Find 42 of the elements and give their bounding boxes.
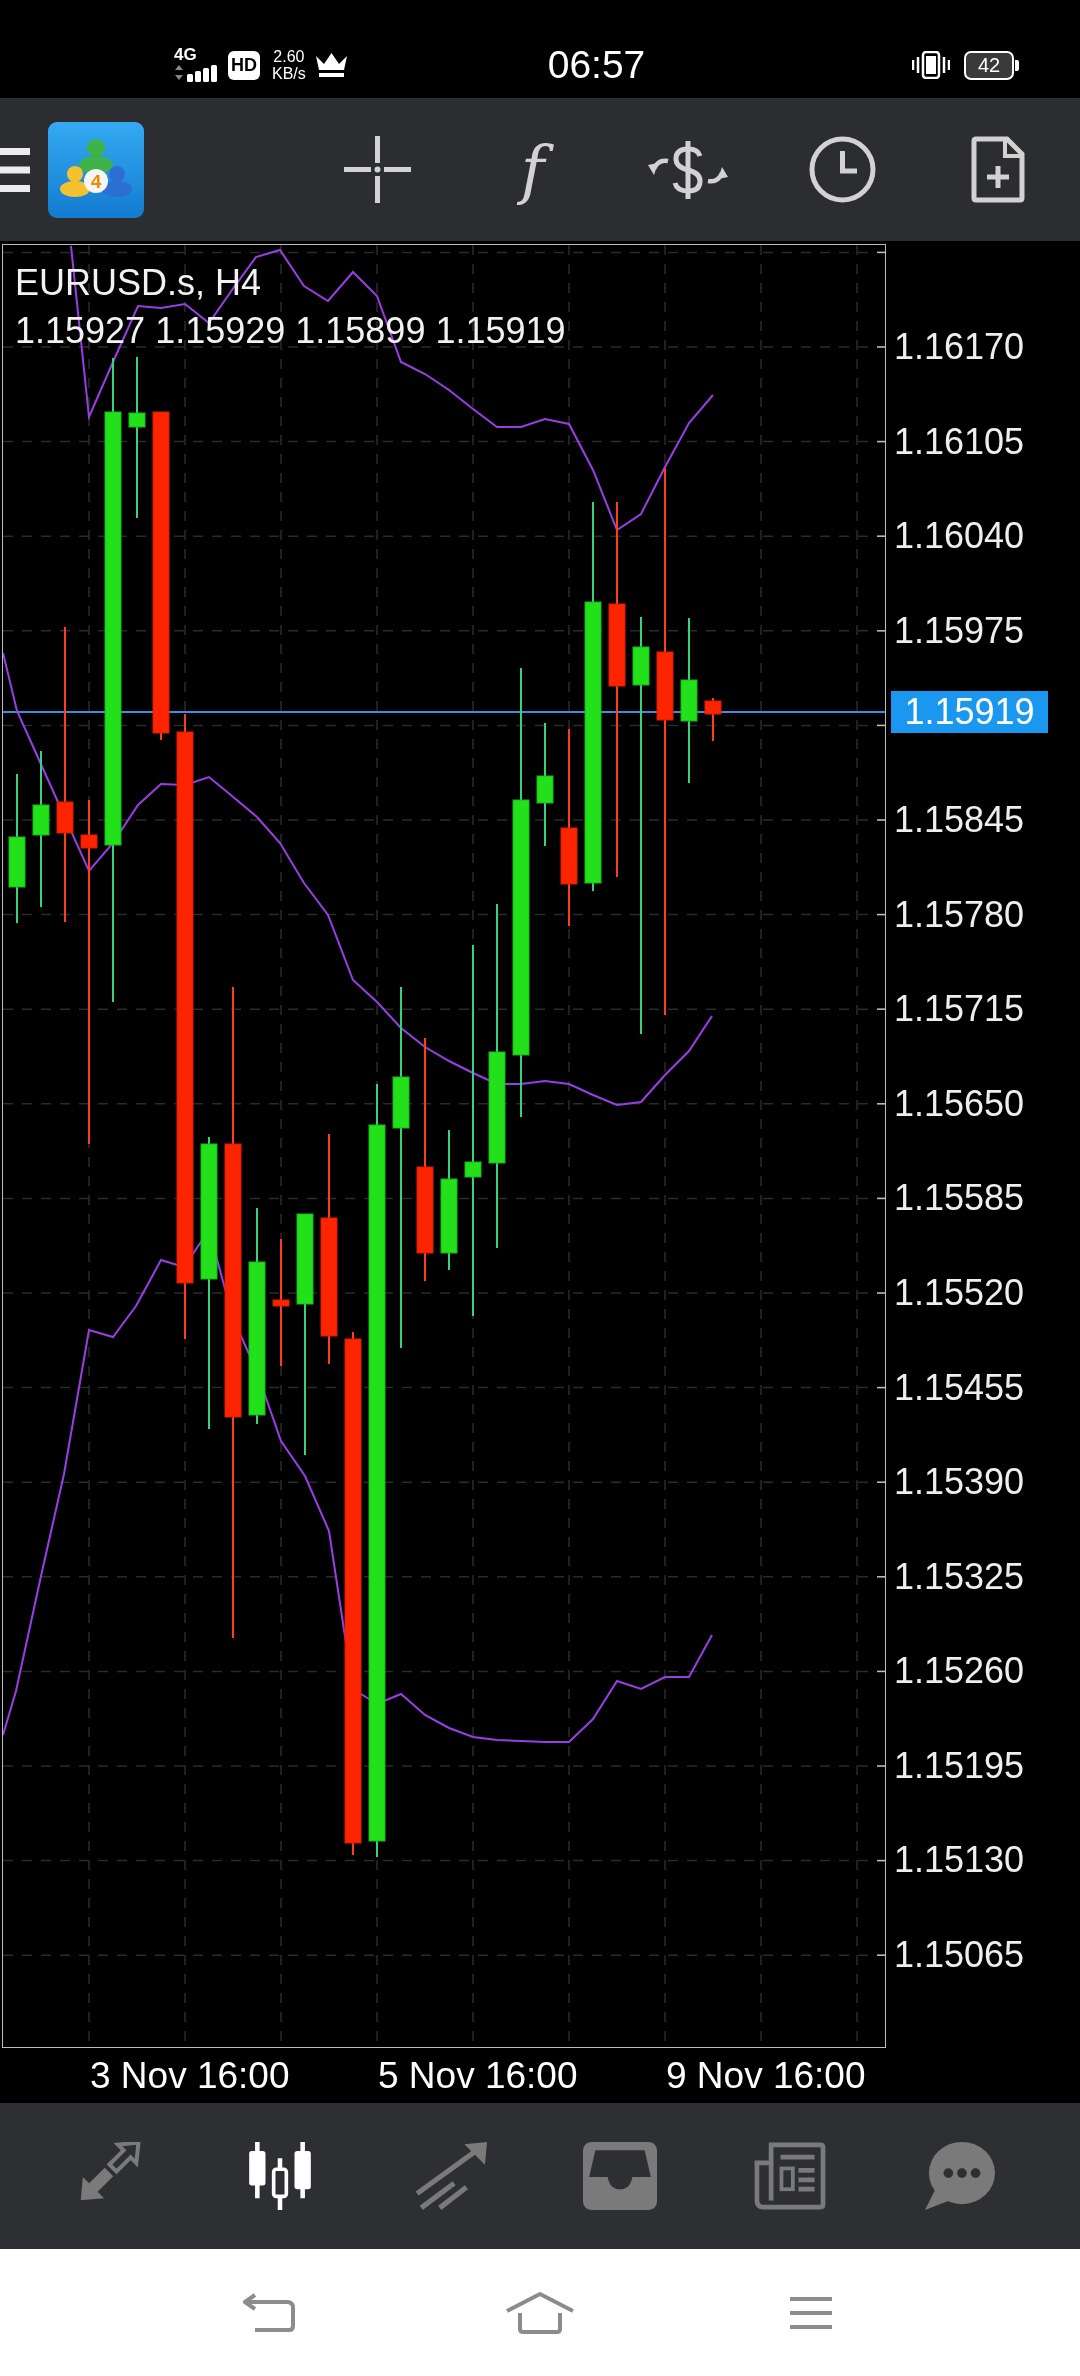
price-label: 1.15845 — [894, 799, 1025, 840]
price-label: 1.15585 — [894, 1178, 1025, 1219]
price-label: 1.15065 — [894, 1935, 1025, 1976]
speed-unit-text: KB/s — [272, 65, 306, 82]
speed-value-text: 2.60 — [273, 48, 305, 65]
crown-icon — [315, 53, 347, 77]
time-label: 5 Nov 16:00 — [378, 2054, 578, 2096]
price-label: 1.15390 — [894, 1462, 1025, 1503]
price-label: 1.15650 — [894, 1083, 1025, 1124]
trend-arrow-icon[interactable] — [413, 2142, 487, 2210]
price-label: 1.15780 — [894, 894, 1025, 935]
clock-time: 06:57 — [547, 43, 646, 87]
price-label: 1.15130 — [894, 1840, 1025, 1881]
price-label: 1.15975 — [894, 610, 1025, 651]
bearish-candle — [704, 697, 722, 742]
price-label: 1.16170 — [894, 327, 1025, 367]
price-label: 1.16105 — [894, 421, 1025, 462]
battery-percent-text: 42 — [977, 54, 1001, 76]
hd-badge: HD — [228, 50, 260, 80]
price-label: 1.15455 — [894, 1367, 1025, 1408]
new-document-icon[interactable] — [970, 136, 1025, 203]
network-type-text: 4G — [174, 46, 197, 63]
signal-icon — [174, 65, 220, 82]
crosshair-icon[interactable] — [344, 136, 411, 203]
price-label: 1.15715 — [894, 989, 1025, 1030]
price-label: 1.15520 — [894, 1272, 1025, 1313]
newspaper-icon[interactable] — [753, 2142, 827, 2210]
clock-icon[interactable] — [809, 136, 876, 203]
menu-icon[interactable] — [0, 147, 30, 192]
price-label: 1.15260 — [894, 1651, 1025, 1692]
dollar-arrows-icon[interactable] — [647, 138, 728, 201]
chat-bubble-icon[interactable] — [923, 2142, 997, 2210]
home-icon[interactable] — [505, 2290, 575, 2335]
time-label: 9 Nov 16:00 — [666, 2054, 866, 2096]
time-label: 3 Nov 16:00 — [90, 2054, 290, 2096]
inbox-tray-icon[interactable] — [583, 2142, 657, 2210]
price-label: 1.16040 — [894, 516, 1025, 557]
vibrate-icon — [912, 51, 950, 79]
current-price-label: 1.15919 — [891, 691, 1048, 733]
back-icon[interactable] — [241, 2291, 297, 2334]
price-label: 1.15325 — [894, 1556, 1025, 1597]
price-label: 1.15195 — [894, 1745, 1025, 1786]
